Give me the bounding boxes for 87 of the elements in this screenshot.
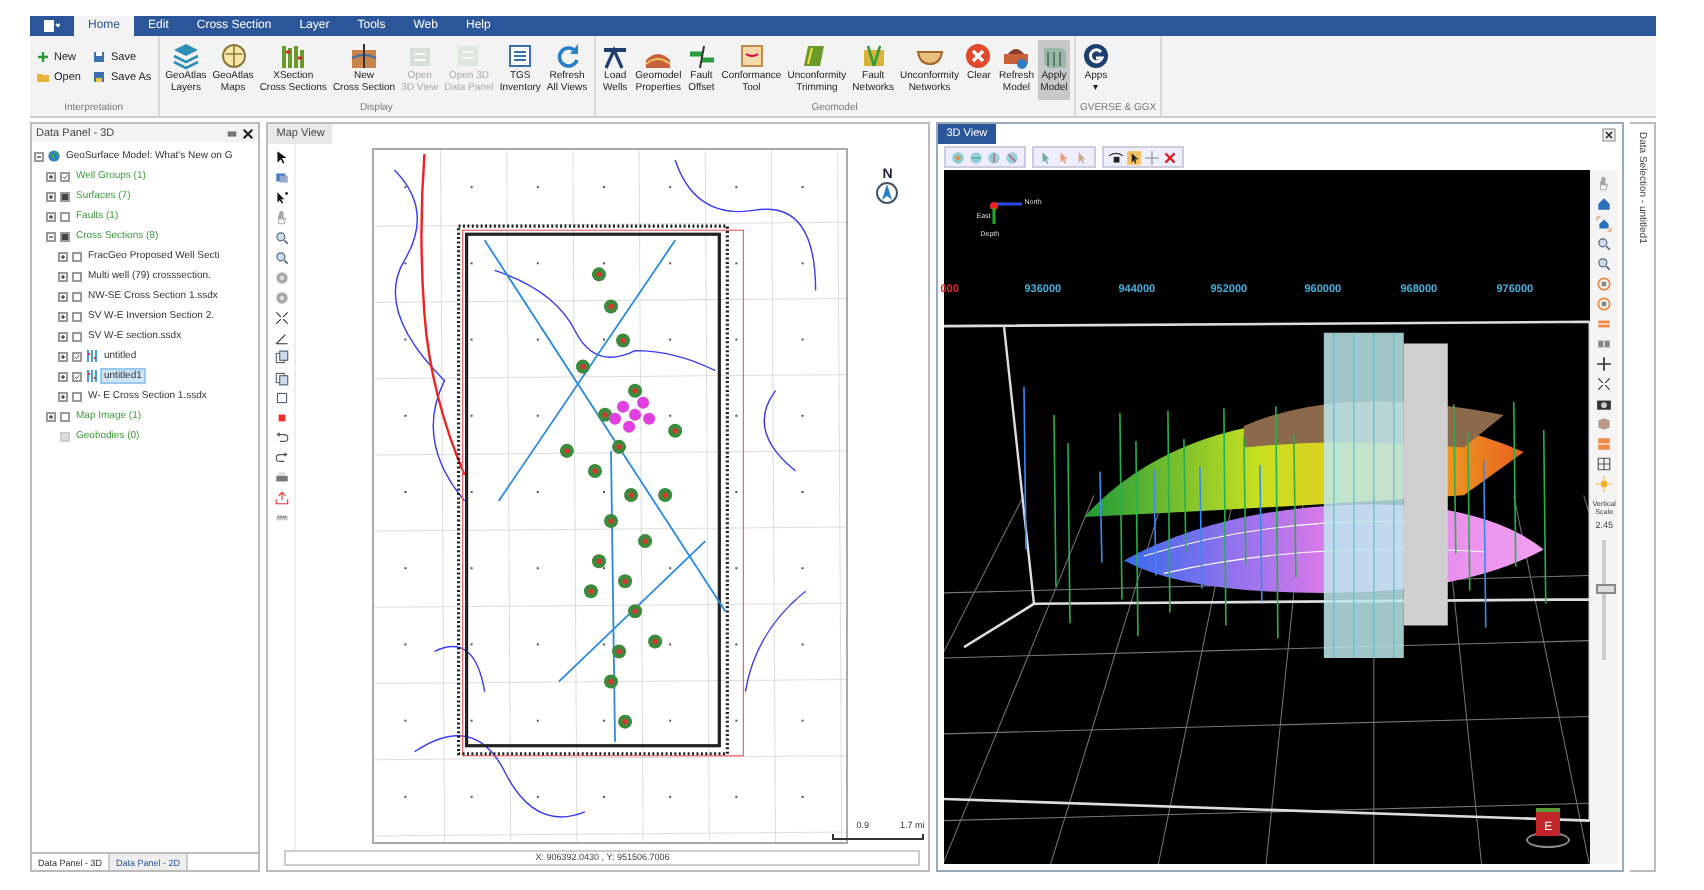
close-button[interactable] bbox=[1602, 127, 1617, 141]
section-icon bbox=[86, 350, 98, 362]
section-chart-icon bbox=[350, 42, 378, 70]
rotate-icon[interactable] bbox=[950, 149, 967, 165]
rotate-icon[interactable] bbox=[1596, 276, 1613, 292]
export-icon[interactable] bbox=[273, 490, 290, 506]
grid-icon[interactable] bbox=[1596, 456, 1613, 472]
checkbox[interactable] bbox=[72, 271, 82, 281]
rotate-icon[interactable] bbox=[986, 149, 1003, 165]
checkbox[interactable] bbox=[72, 371, 82, 381]
expand-icon[interactable] bbox=[58, 351, 68, 361]
scroll-icon bbox=[737, 42, 766, 70]
layers-icon bbox=[171, 42, 200, 70]
expand-icon[interactable] bbox=[46, 191, 56, 201]
globe-map-icon bbox=[219, 42, 248, 70]
plus-icon bbox=[36, 50, 50, 64]
printer-icon[interactable] bbox=[273, 470, 290, 486]
rotate-icon[interactable] bbox=[1004, 149, 1021, 165]
expand-arrows-icon[interactable] bbox=[273, 310, 290, 326]
move-arrows-icon[interactable] bbox=[1596, 356, 1613, 372]
expand-arrows-icon[interactable] bbox=[1596, 376, 1613, 392]
checkbox[interactable] bbox=[72, 391, 82, 401]
expand-icon[interactable] bbox=[46, 171, 56, 181]
checkbox[interactable] bbox=[72, 331, 82, 341]
expand-icon[interactable] bbox=[58, 371, 68, 381]
model-block-icon bbox=[1039, 42, 1068, 70]
camera-icon[interactable] bbox=[1596, 396, 1613, 412]
scale-bar bbox=[832, 834, 925, 840]
panel-icon bbox=[454, 42, 483, 70]
zoom-in-icon[interactable] bbox=[1596, 236, 1613, 252]
pointer-icon[interactable] bbox=[273, 150, 290, 166]
plane-icon[interactable] bbox=[1596, 316, 1613, 332]
fault-network-icon bbox=[859, 42, 888, 70]
close-icon[interactable] bbox=[242, 127, 255, 139]
checkbox[interactable] bbox=[72, 291, 82, 301]
collapse-icon[interactable] bbox=[46, 231, 56, 241]
expand-icon[interactable] bbox=[58, 311, 68, 321]
pin-icon[interactable] bbox=[226, 127, 239, 139]
rotate-icon[interactable] bbox=[1596, 296, 1613, 312]
checkbox[interactable] bbox=[72, 251, 82, 261]
collapse-icon[interactable] bbox=[34, 151, 44, 161]
angle-icon[interactable] bbox=[273, 330, 290, 346]
redo-icon[interactable] bbox=[273, 450, 290, 466]
square-icon[interactable] bbox=[273, 410, 290, 426]
well-logs-icon bbox=[279, 42, 308, 70]
expand-icon[interactable] bbox=[46, 411, 56, 421]
expand-icon[interactable] bbox=[58, 391, 68, 401]
pump-jack-icon bbox=[601, 42, 630, 70]
pick-icon[interactable] bbox=[1108, 149, 1125, 165]
checkbox[interactable] bbox=[60, 231, 70, 241]
zoom-in-icon[interactable] bbox=[273, 230, 290, 246]
zoom-out-icon[interactable] bbox=[273, 250, 290, 266]
expand-icon[interactable] bbox=[46, 211, 56, 221]
hand-icon[interactable] bbox=[1596, 176, 1613, 192]
compass-arrow-icon bbox=[876, 182, 899, 204]
checkbox[interactable] bbox=[60, 211, 70, 221]
g-logo-icon bbox=[1081, 42, 1110, 70]
expand-icon[interactable] bbox=[58, 271, 68, 281]
layers-icon[interactable] bbox=[273, 170, 290, 186]
expand-icon[interactable] bbox=[58, 291, 68, 301]
home-fit-icon[interactable] bbox=[1596, 216, 1613, 232]
section-icon[interactable] bbox=[1596, 436, 1613, 452]
disc-icon[interactable] bbox=[273, 270, 290, 286]
file-icon bbox=[44, 20, 60, 32]
home-icon[interactable] bbox=[1596, 196, 1613, 212]
ruler-icon[interactable] bbox=[273, 510, 290, 526]
pointer-star-icon[interactable] bbox=[273, 190, 290, 206]
zoom-out-icon[interactable] bbox=[1596, 256, 1613, 272]
globe-icon bbox=[48, 150, 60, 162]
folder-icon bbox=[36, 70, 50, 84]
checkbox[interactable] bbox=[60, 411, 70, 421]
fault-offset-icon bbox=[687, 42, 716, 70]
section-icon bbox=[86, 370, 98, 382]
checkbox[interactable] bbox=[72, 351, 82, 361]
checkbox[interactable] bbox=[60, 171, 70, 181]
expand-icon[interactable] bbox=[58, 331, 68, 341]
expand-icon[interactable] bbox=[58, 251, 68, 261]
cube-icon bbox=[405, 42, 434, 70]
list-window-icon bbox=[506, 42, 535, 70]
checkbox[interactable] bbox=[72, 311, 82, 321]
pointer-icon[interactable] bbox=[1126, 149, 1143, 165]
undo-icon[interactable] bbox=[273, 430, 290, 446]
refresh-icon bbox=[553, 42, 582, 70]
checkbox[interactable] bbox=[60, 191, 70, 201]
slider-thumb[interactable] bbox=[1596, 583, 1617, 594]
plane-icon[interactable] bbox=[1596, 336, 1613, 352]
clear-icon bbox=[964, 42, 993, 70]
